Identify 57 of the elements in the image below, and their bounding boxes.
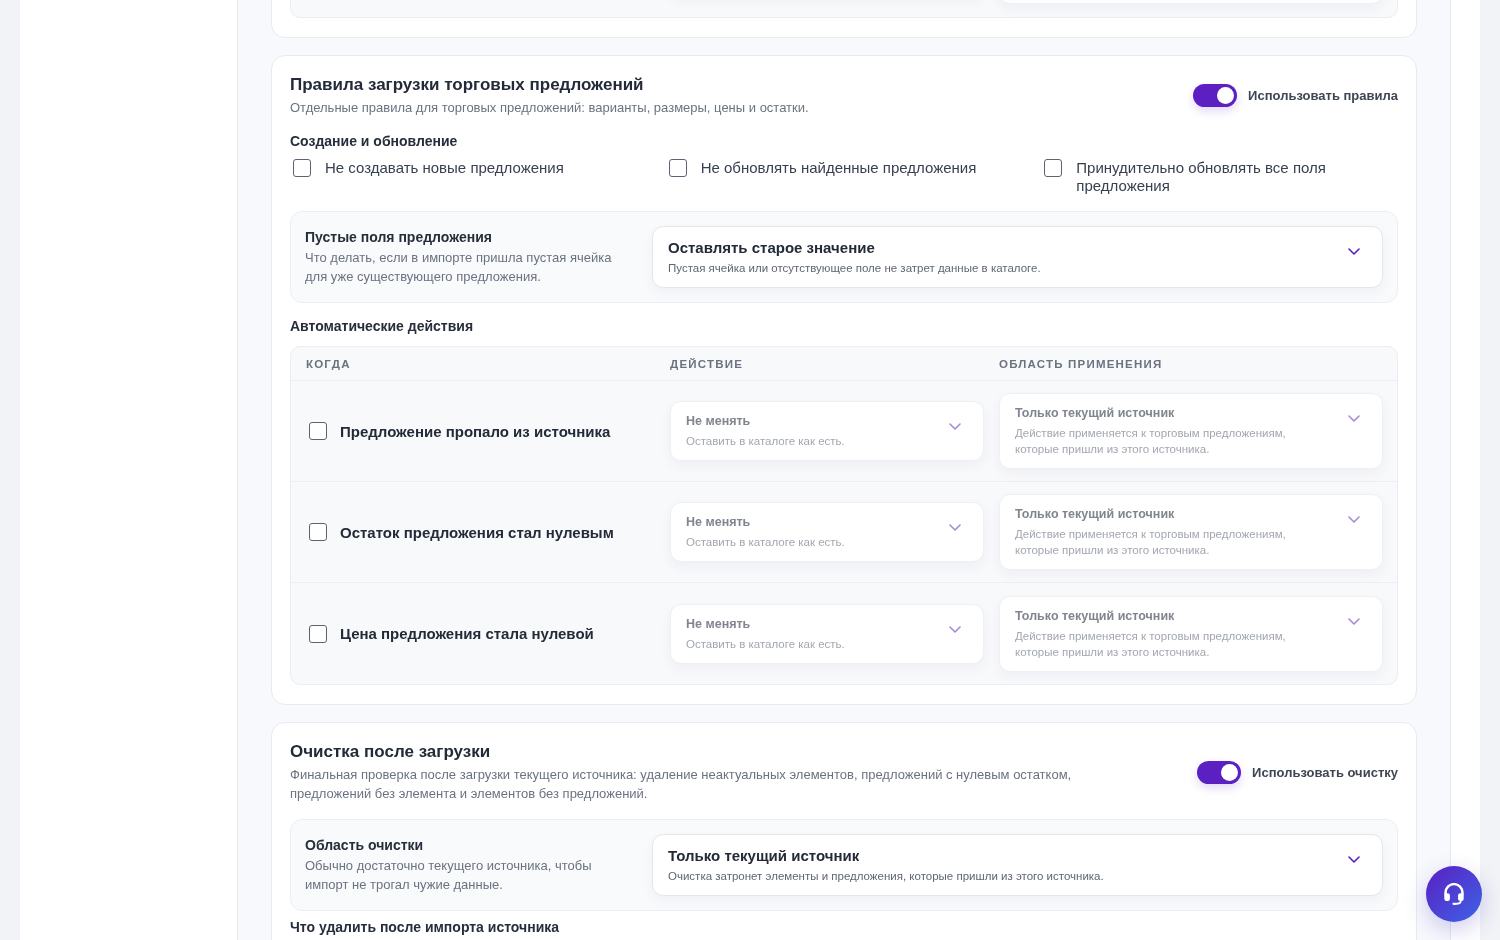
chevron-down-icon <box>1348 516 1360 523</box>
dropdown-hint: Оставить в каталоге как есть. <box>686 535 845 550</box>
dropdown[interactable]: Только текущий источник Очистка затронет элементы и предложения, которые пришли из этого источника. <box>652 834 1383 896</box>
dropdown-hint: Пустая ячейка или отсутствующее поле не затрет данные в каталоге. <box>668 261 1041 276</box>
setting-description: Обычно достаточно текущего источника, чтобы импорт не трогал чужие данные. <box>305 857 593 894</box>
column-header: КОГДА <box>306 357 352 370</box>
dropdown-value: Только текущий источник <box>1015 607 1176 624</box>
checkbox-label: Принудительно обновлять все поля предложения <box>1076 159 1327 195</box>
checkbox-label: Не обновлять найденные предложения <box>700 159 977 177</box>
headset-icon <box>1443 883 1465 905</box>
chevron-down-icon <box>1348 856 1360 863</box>
checkbox[interactable] <box>309 422 327 440</box>
dropdown-value: Не менять <box>686 514 752 530</box>
dropdown-value: Не менять <box>686 615 752 632</box>
dropdown-value: Только текущий источник <box>668 846 861 866</box>
condition-label: Предложение пропало из источника <box>340 421 611 441</box>
setting-description: Что делать, если в импорте пришла пустая ячейка для уже существующего предложения. <box>305 249 613 286</box>
chevron-down-icon <box>949 423 961 430</box>
section-description: Отдельные правила для торговых предложений: варианты, размеры, цены и остатки. <box>290 99 809 117</box>
toggle-label: Использовать правила <box>1248 88 1398 103</box>
column-header: ОБЛАСТЬ ПРИМЕНЕНИЯ <box>999 357 1164 370</box>
dropdown-value: Не менять <box>686 413 752 429</box>
checkbox[interactable] <box>1044 159 1063 177</box>
checkbox[interactable] <box>309 523 327 541</box>
chevron-down-icon <box>1348 617 1360 625</box>
checkbox[interactable] <box>668 159 687 177</box>
chevron-down-icon <box>1348 248 1360 255</box>
section-title: Правила загрузки торговых предложений <box>290 74 645 96</box>
dropdown-hint: Действие применяется к торговым предложениям, которые пришли из этого источника. <box>1015 628 1287 660</box>
checkbox[interactable] <box>293 159 311 177</box>
toggle-label: Использовать очистку <box>1252 764 1398 780</box>
dropdown-value: Только текущий источник <box>1015 506 1176 522</box>
section-title: Очистка после загрузки <box>290 741 492 763</box>
section-description: Финальная проверка после загрузки текущего источника: удаление неактуальных элементов, предложений с нулевым остатком, предложений без элемента и элементов без предложений. <box>290 766 1073 803</box>
dropdown-hint: Действие применяется к торговым предложениям, которые пришли из этого источника. <box>1015 527 1287 558</box>
condition-label: Остаток предложения стал нулевым <box>340 522 614 542</box>
setting-title: Область очистки <box>305 836 425 854</box>
group-heading: Автоматические действия <box>290 318 475 335</box>
condition-label: Цена предложения стала нулевой <box>340 624 594 643</box>
toggle-switch[interactable] <box>1193 84 1238 107</box>
toggle-switch[interactable] <box>1197 760 1242 784</box>
checkbox-label: Не создавать новые предложения <box>325 159 564 177</box>
checkbox[interactable] <box>309 624 327 643</box>
chevron-down-icon <box>949 524 961 531</box>
group-heading: Создание и обновление <box>290 133 459 150</box>
chevron-down-icon <box>949 625 961 633</box>
group-heading: Что удалить после импорта источника <box>290 920 561 935</box>
dropdown-hint: Оставить в каталоге как есть. <box>686 636 845 652</box>
chevron-down-icon <box>1348 415 1360 422</box>
dropdown[interactable]: Оставлять старое значение Пустая ячейка или отсутствующее поле не затрет данные в каталоге. <box>652 226 1383 288</box>
dropdown-hint: Очистка затронет элементы и предложения, которые пришли из этого источника. <box>668 869 1104 884</box>
dropdown-value: Только текущий источник <box>1015 405 1176 421</box>
setting-title: Пустые поля предложения <box>305 228 493 246</box>
column-header: ДЕЙСТВИЕ <box>670 357 744 370</box>
dropdown-hint: Оставить в каталоге как есть. <box>686 434 845 449</box>
dropdown-value: Оставлять старое значение <box>668 238 876 258</box>
dropdown-hint: Действие применяется к торговым предложениям, которые пришли из этого источника. <box>1015 426 1287 457</box>
